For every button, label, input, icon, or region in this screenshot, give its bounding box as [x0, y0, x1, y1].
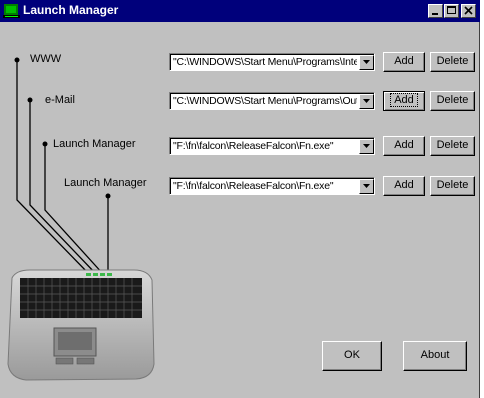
email-dropdown-button[interactable] — [359, 94, 374, 109]
about-label: About — [420, 349, 450, 361]
minimize-icon — [432, 13, 438, 15]
launch-manager-1-delete-label: Delete — [436, 139, 469, 151]
www-dropdown-button[interactable] — [359, 55, 374, 70]
launch-manager-2-delete-button[interactable]: Delete — [430, 176, 475, 196]
label-email: e-Mail — [45, 94, 75, 106]
launch-manager-1-add-button[interactable]: Add — [383, 136, 425, 156]
chevron-down-icon — [363, 60, 370, 64]
launch-manager-1-add-label: Add — [394, 139, 414, 151]
about-button[interactable]: About — [403, 341, 467, 371]
email-add-label: Add — [390, 93, 418, 107]
www-add-button[interactable]: Add — [383, 52, 425, 72]
launch-manager-window: Launch Manager WWW "C:\WINDOWS\Start Men — [0, 0, 480, 398]
close-icon — [464, 6, 473, 15]
launch-manager-1-path-value: "F:\fn\falcon\ReleaseFalcon\Fn.exe" — [173, 140, 334, 152]
minimize-button[interactable] — [428, 4, 443, 18]
launch-manager-2-add-button[interactable]: Add — [383, 176, 425, 196]
ok-button[interactable]: OK — [322, 341, 382, 371]
www-delete-button[interactable]: Delete — [430, 52, 475, 72]
email-delete-label: Delete — [436, 94, 469, 106]
title-bar[interactable]: Launch Manager — [0, 0, 480, 22]
launch-manager-1-delete-button[interactable]: Delete — [430, 136, 475, 156]
label-launch-manager-1: Launch Manager — [53, 138, 136, 150]
www-path-value: "C:\WINDOWS\Start Menu\Programs\Intern — [173, 56, 357, 68]
www-delete-label: Delete — [436, 55, 469, 67]
launch-manager-2-add-label: Add — [394, 179, 414, 191]
chevron-down-icon — [363, 99, 370, 103]
close-button[interactable] — [461, 4, 476, 18]
launch-manager-2-path-value: "F:\fn\falcon\ReleaseFalcon\Fn.exe" — [173, 180, 334, 192]
email-path-value: "C:\WINDOWS\Start Menu\Programs\Outlo — [173, 95, 357, 107]
launch-manager-2-path-combobox[interactable]: "F:\fn\falcon\ReleaseFalcon\Fn.exe" — [169, 177, 375, 195]
launch-manager-2-dropdown-button[interactable] — [359, 179, 374, 194]
laptop-keyboard-image — [7, 269, 155, 381]
label-www: WWW — [30, 53, 62, 65]
launch-manager-2-delete-label: Delete — [436, 179, 469, 191]
launch-manager-1-path-combobox[interactable]: "F:\fn\falcon\ReleaseFalcon\Fn.exe" — [169, 137, 375, 155]
maximize-button[interactable] — [444, 4, 459, 18]
window-title: Launch Manager — [23, 3, 119, 17]
launch-manager-1-dropdown-button[interactable] — [359, 139, 374, 154]
email-delete-button[interactable]: Delete — [430, 91, 475, 111]
label-launch-manager-2: Launch Manager — [64, 177, 147, 189]
chevron-down-icon — [363, 144, 370, 148]
www-path-combobox[interactable]: "C:\WINDOWS\Start Menu\Programs\Intern — [169, 53, 375, 71]
email-add-button[interactable]: Add — [383, 91, 425, 111]
maximize-icon — [447, 6, 456, 14]
chevron-down-icon — [363, 184, 370, 188]
ok-label: OK — [344, 349, 360, 361]
launch-manager-app-icon — [3, 4, 20, 18]
www-add-label: Add — [394, 55, 414, 67]
email-path-combobox[interactable]: "C:\WINDOWS\Start Menu\Programs\Outlo — [169, 92, 375, 110]
